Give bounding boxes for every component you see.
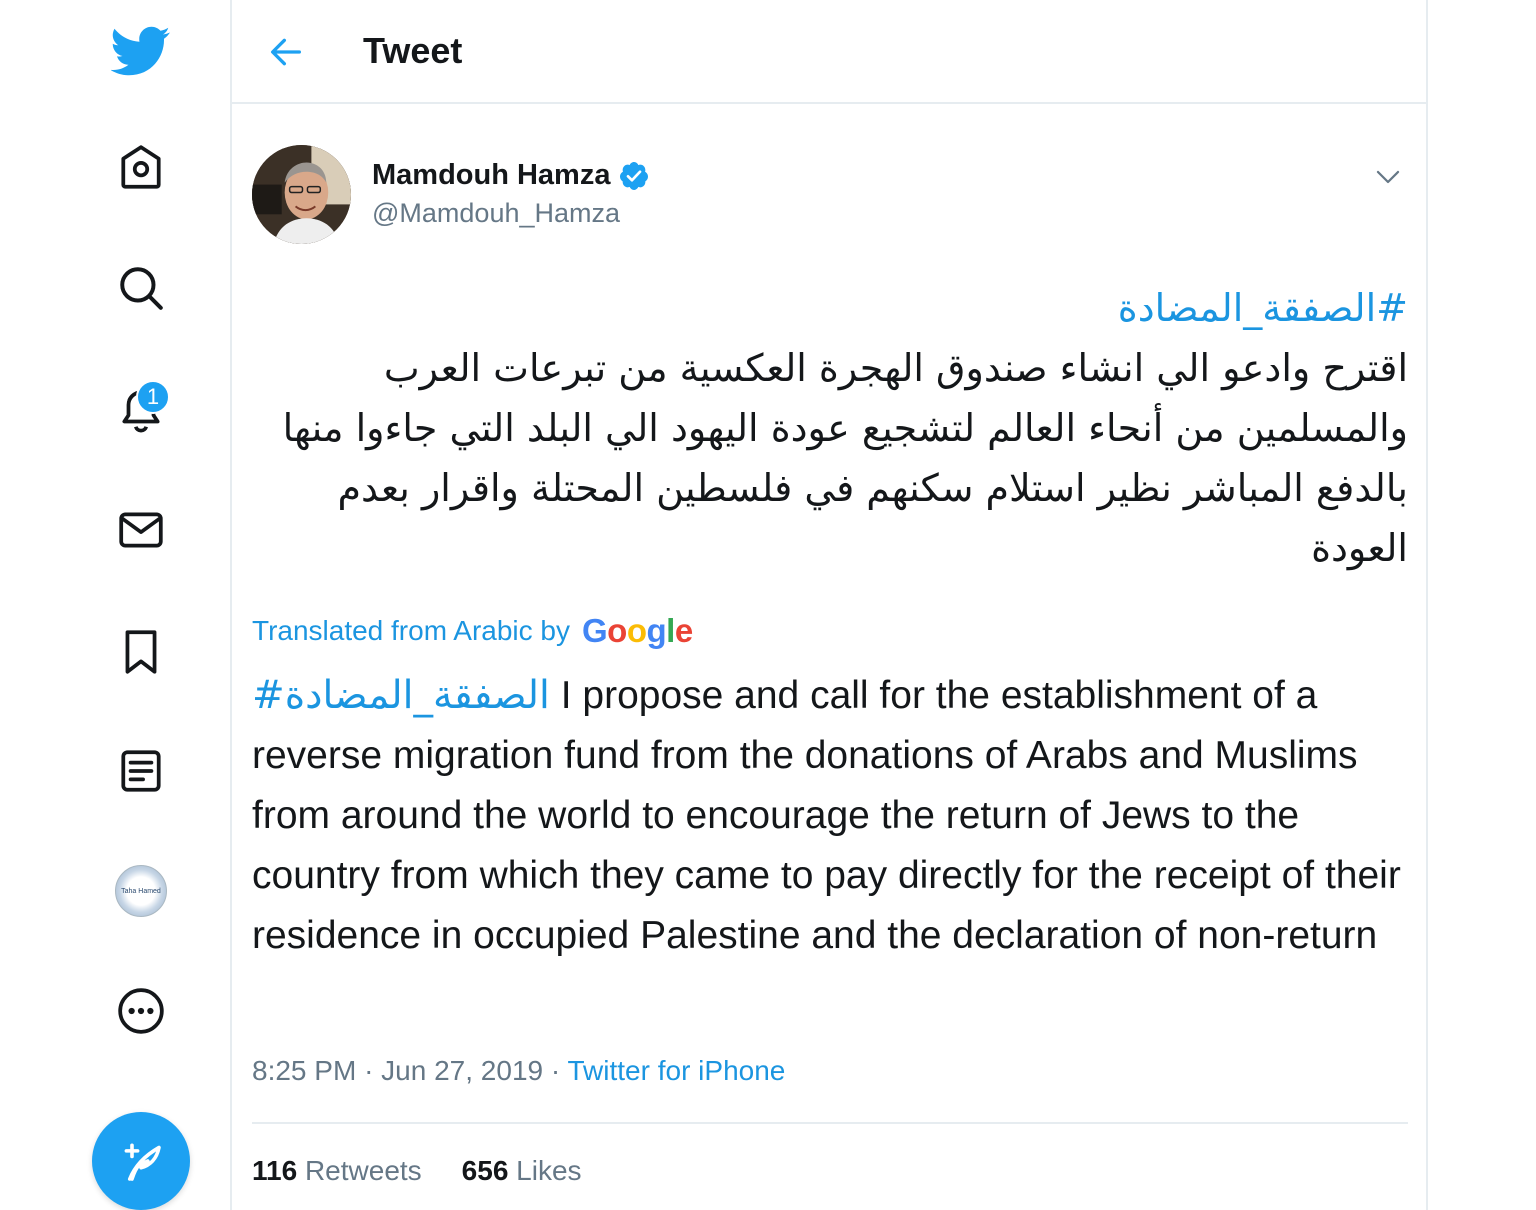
- tweet-stats: 116 Retweets 656 Likes: [252, 1155, 622, 1187]
- page-header: Tweet: [232, 0, 1426, 104]
- hashtag-link[interactable]: #الصفقة_المضادة: [1118, 286, 1408, 330]
- google-logo: Google: [581, 612, 693, 649]
- author-avatar[interactable]: [252, 145, 351, 244]
- lists-icon[interactable]: [92, 722, 190, 820]
- retweets-stat[interactable]: 116 Retweets: [252, 1155, 422, 1187]
- tweet-date[interactable]: Jun 27, 2019: [381, 1055, 543, 1086]
- tweet-detail-column: Tweet Mamdouh Hamza @Mamdouh_Hamza #الصف…: [230, 0, 1428, 1210]
- more-icon[interactable]: [92, 962, 190, 1060]
- translation-label: Translated from Arabic by: [252, 615, 570, 646]
- page-title: Tweet: [363, 30, 463, 71]
- author-display-name[interactable]: Mamdouh Hamza: [372, 159, 610, 192]
- retweets-label: Retweets: [304, 1155, 422, 1186]
- profile-icon[interactable]: Taha Hamed: [92, 842, 190, 940]
- arrow-left-icon: [271, 38, 301, 66]
- author-handle[interactable]: @Mamdouh_Hamza: [372, 198, 620, 229]
- tweet-author: Mamdouh Hamza @Mamdouh_Hamza: [252, 145, 1408, 245]
- tweet-metadata: 8:25 PM · Jun 27, 2019 · Twitter for iPh…: [252, 1055, 785, 1087]
- chevron-down-icon: [1376, 170, 1400, 184]
- search-icon[interactable]: [92, 239, 190, 337]
- notifications-badge: 1: [136, 380, 170, 414]
- tweet-source-link[interactable]: Twitter for iPhone: [567, 1055, 785, 1086]
- tweet-original-body: اقترح وادعو الي انشاء صندوق الهجرة العكس…: [282, 346, 1408, 570]
- likes-count: 656: [461, 1155, 509, 1186]
- meta-separator: ·: [364, 1055, 374, 1086]
- divider: [252, 1122, 1408, 1124]
- author-name-row: Mamdouh Hamza: [372, 159, 650, 192]
- verified-badge-icon: [620, 161, 649, 190]
- notifications-icon[interactable]: 1: [92, 360, 190, 458]
- tweet-original-text: #الصفقة_المضادة اقترح وادعو الي انشاء صن…: [252, 278, 1408, 578]
- compose-feather-icon: [124, 1143, 161, 1181]
- retweets-count: 116: [252, 1155, 298, 1186]
- likes-stat[interactable]: 656 Likes: [462, 1155, 582, 1187]
- tweet-time[interactable]: 8:25 PM: [252, 1055, 356, 1086]
- profile-thumb-text: Taha Hamed: [121, 887, 161, 895]
- twitter-logo-icon[interactable]: [92, 2, 190, 100]
- back-button[interactable]: [260, 26, 312, 78]
- likes-label: Likes: [516, 1155, 582, 1186]
- tweet-options-button[interactable]: [1368, 157, 1408, 197]
- messages-icon[interactable]: [92, 481, 190, 579]
- meta-separator: ·: [550, 1055, 561, 1086]
- translation-attribution[interactable]: Translated from Arabic by Google: [252, 612, 693, 650]
- bookmarks-icon[interactable]: [92, 603, 190, 701]
- tweet-translated-text: #الصفقة_المضادة I propose and call for t…: [252, 666, 1412, 966]
- home-icon[interactable]: [92, 118, 190, 216]
- profile-avatar: Taha Hamed: [115, 865, 167, 917]
- translated-hashtag-link[interactable]: #الصفقة_المضادة: [252, 673, 550, 718]
- left-nav: 1 Taha Hamed: [0, 0, 230, 1210]
- compose-tweet-button[interactable]: [92, 1112, 190, 1210]
